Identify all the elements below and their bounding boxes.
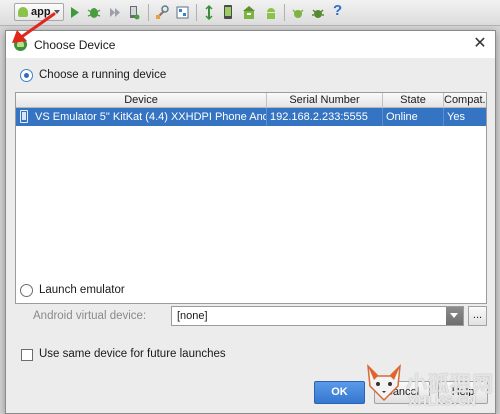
- compatible-cell: Yes: [447, 111, 465, 123]
- table-header: Device Serial Number State Compat...: [16, 93, 486, 108]
- avd-select[interactable]: [none]: [171, 306, 464, 326]
- phone-icon: [20, 110, 28, 123]
- chevron-down-icon[interactable]: [446, 307, 463, 325]
- avd-browse-button[interactable]: ...: [468, 306, 487, 326]
- same-device-checkbox[interactable]: [21, 349, 33, 361]
- sync-icon[interactable]: [203, 4, 215, 21]
- same-device-label[interactable]: Use same device for future launches: [39, 348, 226, 360]
- chevron-down-icon: [54, 10, 60, 14]
- coverage-icon[interactable]: [108, 4, 122, 21]
- avd-label: Android virtual device:: [33, 310, 147, 322]
- attach-debugger-icon[interactable]: [128, 4, 140, 21]
- launch-emulator-radio[interactable]: [20, 284, 33, 297]
- toolbar-separator: [196, 4, 197, 21]
- help-icon[interactable]: ?: [333, 2, 342, 19]
- device-monitor-icon[interactable]: [311, 4, 325, 21]
- android-icon: [18, 7, 28, 17]
- running-device-radio[interactable]: [20, 69, 33, 82]
- column-header-device[interactable]: Device: [16, 93, 267, 108]
- avd-manager-icon[interactable]: [222, 4, 235, 21]
- column-header-state[interactable]: State: [383, 93, 444, 108]
- device-cell: VS Emulator 5" KitKat (4.4) XXHDPI Phone…: [16, 108, 267, 126]
- ok-button[interactable]: OK: [314, 381, 365, 404]
- serial-cell: 192.168.2.233:5555: [267, 108, 383, 126]
- state-cell: Online: [383, 108, 444, 126]
- ide-toolbar: app ?: [0, 0, 500, 26]
- column-header-compatible[interactable]: Compat...: [444, 93, 486, 108]
- table-row[interactable]: VS Emulator 5" KitKat (4.4) XXHDPI Phone…: [16, 108, 486, 126]
- run-icon[interactable]: [69, 4, 81, 21]
- android-icon[interactable]: [264, 4, 278, 21]
- module-settings-icon[interactable]: [176, 4, 189, 21]
- sdk-manager-icon[interactable]: [242, 4, 256, 21]
- dialog-titlebar: Choose Device ✕: [6, 31, 495, 58]
- column-header-serial[interactable]: Serial Number: [267, 93, 383, 108]
- fox-logo-icon: [367, 363, 401, 402]
- running-device-label[interactable]: Choose a running device: [39, 69, 166, 81]
- project-structure-icon[interactable]: [155, 4, 169, 21]
- toolbar-separator: [148, 4, 149, 21]
- launch-emulator-label[interactable]: Launch emulator: [39, 284, 125, 296]
- run-configuration-label: app: [31, 6, 51, 18]
- device-name: VS Emulator 5" KitKat (4.4) XXHDPI Phone…: [35, 111, 267, 123]
- android-studio-icon: [14, 38, 27, 51]
- device-table: Device Serial Number State Compat... VS …: [15, 92, 487, 304]
- run-configuration-dropdown[interactable]: app: [14, 3, 64, 21]
- dialog-title: Choose Device: [34, 38, 116, 52]
- debug-icon[interactable]: [87, 4, 101, 21]
- avd-select-value: [none]: [177, 310, 208, 322]
- watermark-url: XHLKS.CN: [408, 394, 477, 408]
- toolbar-separator: [284, 4, 285, 21]
- monitor-icon[interactable]: [291, 4, 305, 21]
- close-button[interactable]: ✕: [471, 35, 489, 53]
- watermark: 小狐狸网 XHLKS.CN: [360, 356, 500, 414]
